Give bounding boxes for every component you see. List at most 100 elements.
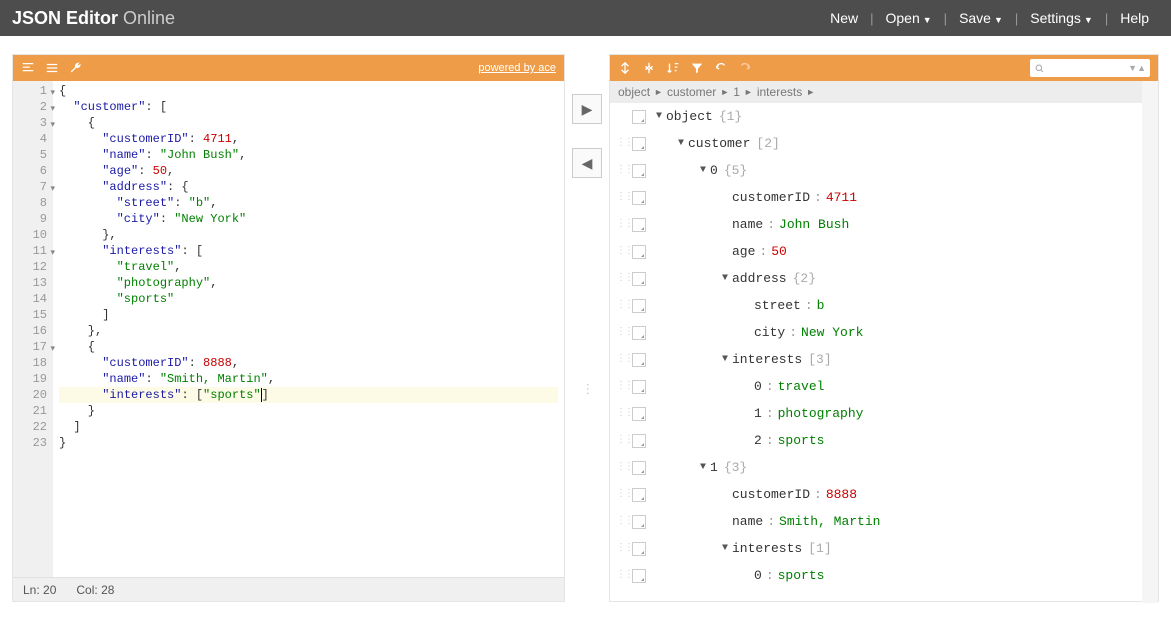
context-menu-icon[interactable] — [632, 299, 646, 313]
search-input[interactable] — [1048, 62, 1128, 74]
code-line[interactable]: { — [59, 339, 558, 355]
context-menu-icon[interactable] — [632, 137, 646, 151]
breadcrumb-item[interactable]: customer — [667, 85, 716, 99]
drag-handle-icon[interactable]: ⋯ — [579, 383, 595, 398]
context-menu-icon[interactable] — [632, 218, 646, 232]
drag-grip-icon[interactable] — [616, 220, 628, 230]
context-menu-icon[interactable] — [632, 272, 646, 286]
context-menu-icon[interactable] — [632, 353, 646, 367]
menu-settings[interactable]: Settings▼ — [1020, 4, 1103, 32]
tree-value[interactable]: sports — [778, 562, 825, 589]
tree-value[interactable]: travel — [778, 373, 825, 400]
tree-key[interactable]: age — [732, 238, 755, 265]
tree-row[interactable]: ▼object{1} — [610, 103, 1158, 130]
tree-row[interactable]: customerID:4711 — [610, 184, 1158, 211]
drag-grip-icon[interactable] — [616, 301, 628, 311]
code-line[interactable]: }, — [59, 323, 558, 339]
drag-grip-icon[interactable] — [616, 328, 628, 338]
tree-key[interactable]: address — [732, 265, 787, 292]
breadcrumb-item[interactable]: object — [618, 85, 650, 99]
code-line[interactable]: "travel", — [59, 259, 558, 275]
tree-row[interactable]: name:Smith, Martin — [610, 508, 1158, 535]
menu-save[interactable]: Save▼ — [949, 4, 1013, 32]
tree-row[interactable]: ▼0{5} — [610, 157, 1158, 184]
tree-key[interactable]: street — [754, 292, 801, 319]
context-menu-icon[interactable] — [632, 326, 646, 340]
search-dropdown-icon[interactable]: ▼▲ — [1128, 63, 1146, 73]
tree-row[interactable]: 0:sports — [610, 562, 1158, 589]
scrollbar[interactable] — [1142, 81, 1158, 603]
tree-row[interactable]: city:New York — [610, 319, 1158, 346]
drag-grip-icon[interactable] — [616, 166, 628, 176]
context-menu-icon[interactable] — [632, 515, 646, 529]
tree-key[interactable]: customerID — [732, 481, 810, 508]
tree-row[interactable]: ▼interests[1] — [610, 535, 1158, 562]
drag-grip-icon[interactable] — [616, 463, 628, 473]
menu-help[interactable]: Help — [1110, 4, 1159, 32]
code-line[interactable]: "customerID": 4711, — [59, 131, 558, 147]
code-line[interactable]: "interests": ["sports"] — [59, 387, 558, 403]
context-menu-icon[interactable] — [632, 245, 646, 259]
menu-open[interactable]: Open▼ — [876, 4, 942, 32]
tree-value[interactable]: sports — [778, 427, 825, 454]
breadcrumb-item[interactable]: 1 — [733, 85, 740, 99]
tree-row[interactable]: name:John Bush — [610, 211, 1158, 238]
expand-icon[interactable]: ▼ — [718, 265, 732, 292]
undo-icon[interactable] — [714, 61, 728, 75]
context-menu-icon[interactable] — [632, 542, 646, 556]
drag-grip-icon[interactable] — [616, 409, 628, 419]
filter-icon[interactable] — [690, 61, 704, 75]
tree-row[interactable]: street:b — [610, 292, 1158, 319]
tree-key[interactable]: interests — [732, 535, 802, 562]
collapse-all-icon[interactable] — [642, 61, 656, 75]
context-menu-icon[interactable] — [632, 191, 646, 205]
tree-row[interactable]: age:50 — [610, 238, 1158, 265]
drag-grip-icon[interactable] — [616, 571, 628, 581]
context-menu-icon[interactable] — [632, 407, 646, 421]
context-menu-icon[interactable] — [632, 434, 646, 448]
tree-key[interactable]: city — [754, 319, 785, 346]
tree-value[interactable]: b — [817, 292, 825, 319]
code-line[interactable]: "street": "b", — [59, 195, 558, 211]
code-line[interactable]: "age": 50, — [59, 163, 558, 179]
tree-value[interactable]: photography — [778, 400, 864, 427]
code-line[interactable]: { — [59, 115, 558, 131]
tree-row[interactable]: ▼address{2} — [610, 265, 1158, 292]
powered-by-link[interactable]: powered by ace — [478, 62, 556, 74]
expand-icon[interactable]: ▼ — [652, 103, 666, 130]
expand-icon[interactable]: ▼ — [674, 130, 688, 157]
tree-key[interactable]: name — [732, 508, 763, 535]
tree-key[interactable]: 0 — [754, 373, 762, 400]
tree-key[interactable]: 0 — [710, 157, 718, 184]
code-line[interactable]: "address": { — [59, 179, 558, 195]
format-icon[interactable] — [21, 61, 35, 75]
code-line[interactable]: "city": "New York" — [59, 211, 558, 227]
drag-grip-icon[interactable] — [616, 382, 628, 392]
code-line[interactable]: { — [59, 83, 558, 99]
code-line[interactable]: "photography", — [59, 275, 558, 291]
tree-key[interactable]: 2 — [754, 427, 762, 454]
tree-value[interactable]: New York — [801, 319, 863, 346]
drag-grip-icon[interactable] — [616, 436, 628, 446]
tree-value[interactable]: Smith, Martin — [779, 508, 880, 535]
tree-row[interactable]: ▼1{3} — [610, 454, 1158, 481]
expand-icon[interactable]: ▼ — [718, 346, 732, 373]
code-editor[interactable]: 1▾2▾3▾4567▾891011▾121314151617▾181920212… — [13, 81, 564, 577]
tree-value[interactable]: 4711 — [826, 184, 857, 211]
code-line[interactable]: "sports" — [59, 291, 558, 307]
tree-key[interactable]: customer — [688, 130, 750, 157]
menu-new[interactable]: New — [820, 4, 868, 32]
expand-icon[interactable]: ▼ — [696, 454, 710, 481]
tree-row[interactable]: 2:sports — [610, 427, 1158, 454]
breadcrumb-item[interactable]: interests — [757, 85, 802, 99]
drag-grip-icon[interactable] — [616, 355, 628, 365]
tree-key[interactable]: name — [732, 211, 763, 238]
context-menu-icon[interactable] — [632, 488, 646, 502]
context-menu-icon[interactable] — [632, 110, 646, 124]
code-content[interactable]: { "customer": [ { "customerID": 4711, "n… — [53, 81, 564, 577]
code-line[interactable]: } — [59, 435, 558, 451]
tree-key[interactable]: object — [666, 103, 713, 130]
code-line[interactable]: "interests": [ — [59, 243, 558, 259]
drag-grip-icon[interactable] — [616, 274, 628, 284]
code-line[interactable]: "name": "John Bush", — [59, 147, 558, 163]
